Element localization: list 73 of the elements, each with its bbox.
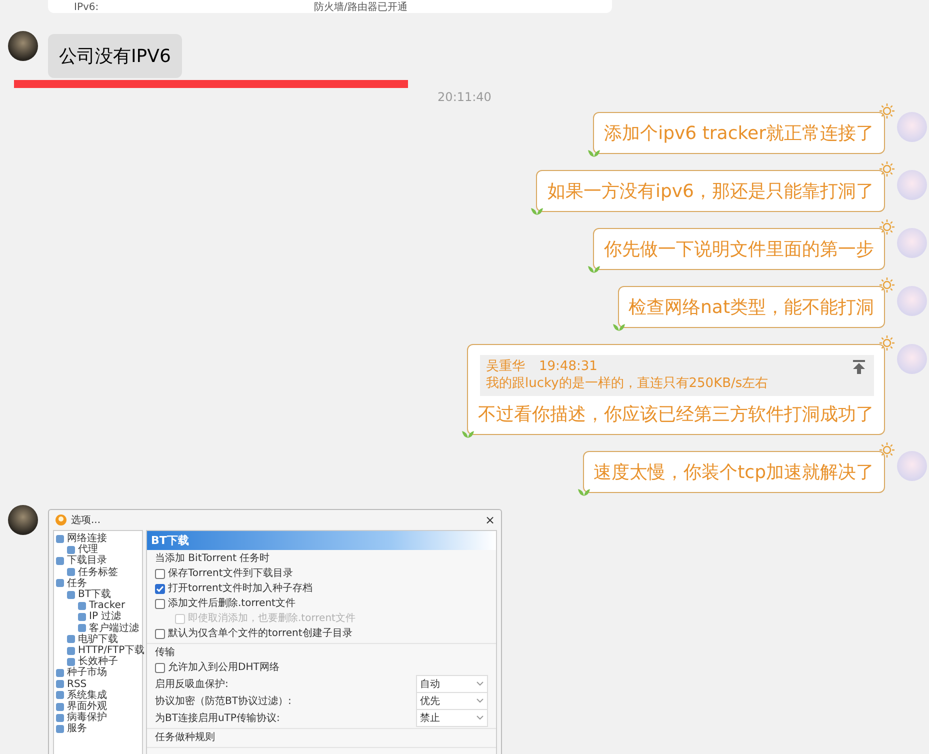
avatar[interactable]: [8, 31, 38, 61]
tree-item[interactable]: 代理: [78, 544, 98, 556]
setting-label: 协议加密（防范BT协议过滤）:: [155, 694, 292, 708]
tree-item[interactable]: 病毒保护: [67, 712, 107, 724]
tree-item[interactable]: 服务: [67, 723, 87, 735]
message-text: 如果一方没有ipv6，那还是只能靠打洞了: [547, 181, 874, 202]
chevron-down-icon: [476, 681, 484, 686]
tree-item[interactable]: 种子市场: [67, 667, 107, 679]
tree-item[interactable]: HTTP/FTP下载: [78, 645, 145, 656]
panel-header: BT下载: [147, 531, 496, 550]
checkbox-label: 允许加入到公用DHT网络: [168, 660, 280, 675]
tree-item[interactable]: 客户端过滤: [89, 622, 139, 634]
chevron-down-icon: [476, 698, 484, 703]
message-bubble: 公司没有IPV6: [48, 34, 182, 78]
tree-item[interactable]: 系统集成: [67, 690, 107, 702]
message-text: 不过看你描述，你应该已经第三方软件打洞成功了: [478, 404, 874, 425]
checkbox-label: 保存Torrent文件到下载目录: [168, 566, 293, 581]
quote-time: 19:48:31: [539, 359, 598, 374]
sun-icon: [879, 219, 895, 235]
leaf-icon: [462, 430, 474, 438]
scroll-to-top-icon[interactable]: [852, 360, 866, 374]
checkbox-label: 打开torrent文件时加入种子存档: [168, 582, 312, 596]
tree-item[interactable]: RSS: [67, 678, 87, 690]
tree-item[interactable]: 任务标签: [78, 566, 118, 578]
quote-author: 吴重华: [486, 359, 525, 374]
sun-icon: [879, 161, 895, 177]
tree-item[interactable]: 网络连接: [67, 533, 107, 544]
dropdown[interactable]: 优先: [416, 692, 488, 710]
checkbox-label: 即使取消添加，也要删除.torrent文件: [188, 612, 356, 626]
setting-label: 启用反吸血保护:: [155, 678, 228, 690]
sun-icon: [879, 335, 895, 351]
message-text: 检查网络nat类型，能不能打洞: [628, 297, 874, 318]
tree-item[interactable]: 界面外观: [67, 701, 107, 712]
tree-item[interactable]: 任务: [67, 578, 87, 590]
field-value: 防火墙/路由器已开通: [314, 2, 408, 13]
checkbox-label: 添加文件后删除.torrent文件: [168, 596, 296, 611]
leaf-icon: [531, 207, 544, 215]
tree-item[interactable]: IP 过滤: [89, 611, 122, 623]
timestamp: 20:11:40: [438, 90, 492, 104]
checkbox[interactable]: [155, 598, 165, 608]
sun-icon: [879, 277, 895, 293]
message-text: 你先做一下说明文件里面的第一步: [604, 239, 874, 260]
section-title: 传输: [155, 646, 176, 660]
tree-item[interactable]: BT下载: [78, 589, 111, 600]
dropdown[interactable]: 自动: [416, 674, 488, 692]
message-text: 速度太慢，你装个tcp加速就解决了: [594, 462, 874, 483]
quote-text: 我的跟lucky的是一样的，直连只有250KB/s左右: [486, 375, 770, 392]
tree-item[interactable]: 长效种子: [78, 656, 118, 668]
section-title: 当添加 BitTorrent 任务时: [155, 552, 271, 566]
checkbox[interactable]: [155, 584, 165, 594]
dropdown[interactable]: 禁止: [416, 708, 488, 726]
sun-icon: [879, 103, 895, 119]
leaf-icon: [578, 488, 590, 496]
checkbox[interactable]: [155, 568, 165, 578]
checkbox[interactable]: [155, 662, 165, 672]
leaf-icon: [588, 149, 600, 157]
checkbox[interactable]: [155, 628, 165, 638]
checkbox-label: 默认为仅含单个文件的torrent创建子目录: [168, 626, 352, 641]
chevron-down-icon: [476, 715, 484, 720]
section-title: 任务做种规则: [155, 730, 216, 745]
tree-item[interactable]: 电驴下载: [78, 634, 118, 646]
app-icon: [55, 514, 67, 526]
field-label: IPv6:: [74, 2, 100, 13]
avatar[interactable]: [8, 505, 38, 535]
leaf-icon: [588, 265, 600, 273]
window-title: 选项...: [71, 514, 102, 527]
leaf-icon: [612, 323, 624, 331]
tree-item[interactable]: 下载目录: [67, 555, 107, 567]
setting-label: 为BT连接启用uTP传输协议:: [155, 712, 280, 724]
close-button[interactable]: ×: [484, 513, 495, 527]
tree-item[interactable]: Tracker: [89, 600, 126, 612]
message-text: 添加个ipv6 tracker就正常连接了: [604, 123, 874, 144]
sun-icon: [879, 442, 895, 458]
